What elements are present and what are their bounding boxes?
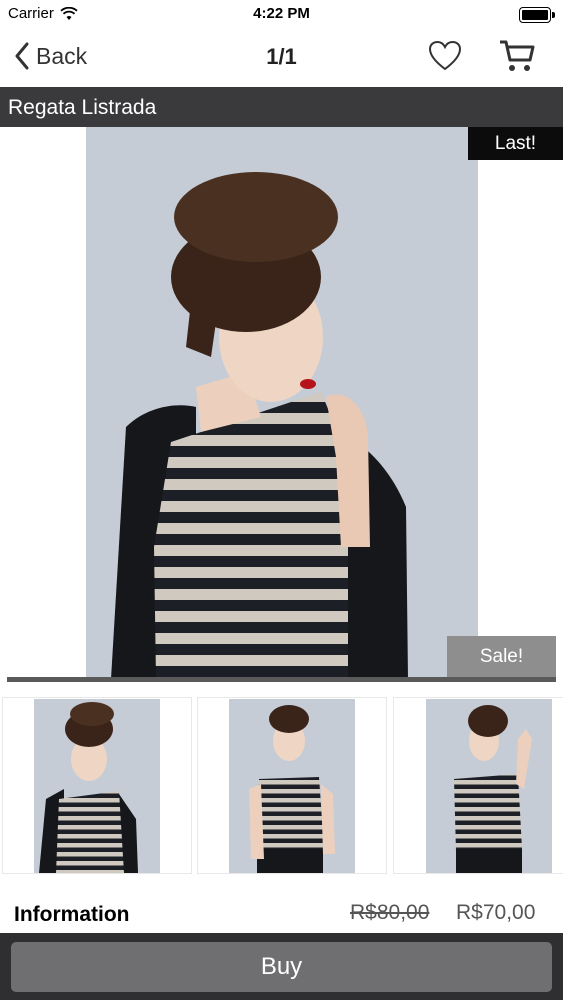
buy-button[interactable]: Buy: [11, 942, 552, 992]
status-bar: Carrier 4:22 PM: [0, 0, 563, 30]
battery-icon: [519, 7, 555, 23]
back-button[interactable]: Back: [14, 42, 87, 70]
chevron-left-icon: [15, 42, 29, 70]
last-badge: Last!: [468, 127, 563, 160]
thumbnail-photo: [229, 699, 355, 873]
cart-icon: [500, 40, 535, 71]
carousel-indicator: [7, 677, 556, 682]
product-photo: [86, 127, 478, 679]
information-link[interactable]: Information: [14, 903, 130, 927]
sale-price: R$70,00: [456, 901, 536, 924]
product-title: Regata Listrada: [8, 96, 157, 119]
sale-badge: Sale!: [447, 636, 556, 678]
heart-icon: [428, 40, 462, 71]
status-time: 4:22 PM: [253, 5, 310, 22]
thumbnail-2[interactable]: [197, 697, 387, 874]
original-price: R$80,00: [350, 901, 430, 924]
thumbnail-photo: [34, 699, 160, 873]
favorite-button[interactable]: [428, 40, 462, 77]
product-title-bar: Regata Listrada: [0, 87, 563, 127]
thumbnail-strip: [0, 697, 563, 874]
product-image-carousel[interactable]: Last! Sale!: [0, 127, 563, 679]
info-row: Information R$80,00 R$70,00: [0, 895, 563, 933]
buy-bar: Buy: [0, 933, 563, 1000]
cart-button[interactable]: [498, 38, 536, 79]
back-label: Back: [36, 42, 88, 69]
nav-bar: Back 1/1: [0, 30, 563, 87]
thumbnail-1[interactable]: [2, 697, 192, 874]
thumbnail-photo: [426, 699, 552, 873]
thumbnail-3[interactable]: [393, 697, 563, 874]
